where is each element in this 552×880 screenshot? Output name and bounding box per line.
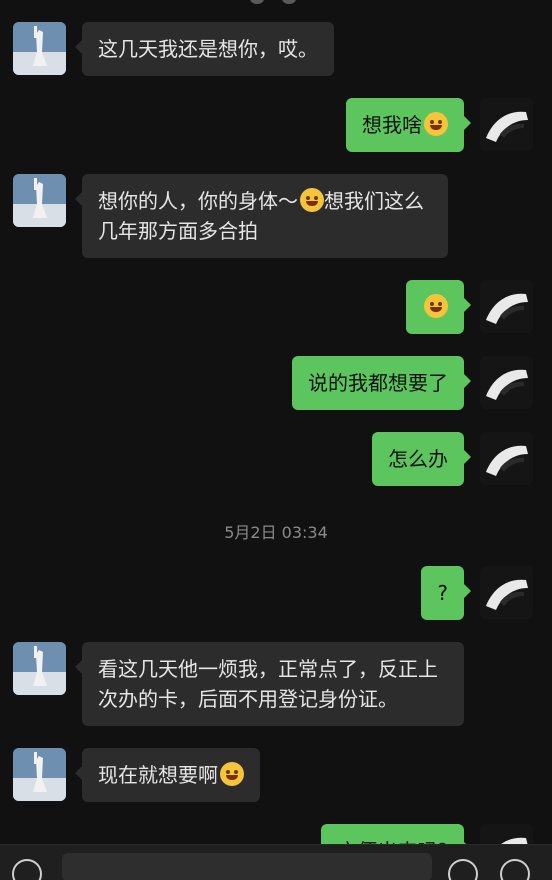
message-text: 怎么办 bbox=[388, 447, 448, 471]
laughing-face-emoji-icon bbox=[300, 188, 324, 212]
plus-icon[interactable] bbox=[500, 859, 530, 880]
message-row-outgoing bbox=[406, 280, 533, 334]
status-dot-icon bbox=[250, 0, 264, 4]
message-bubble[interactable]: 想你的人，你的身体～ 想我们这么几年那方面多合拍 bbox=[75, 174, 448, 258]
grinning-face-emoji-icon bbox=[424, 294, 448, 318]
message-row-incoming: 这几天我还是想你，哎。 bbox=[13, 22, 334, 76]
message-timestamp: 5月2日 03:34 bbox=[224, 523, 328, 542]
message-bubble[interactable]: ? bbox=[421, 566, 471, 620]
contact-avatar[interactable] bbox=[13, 174, 66, 227]
hand-avatar-icon bbox=[480, 356, 533, 409]
hand-avatar-icon bbox=[480, 98, 533, 151]
message-row-outgoing: 想我啥 bbox=[346, 98, 533, 152]
hand-avatar-icon bbox=[480, 432, 533, 485]
user-avatar[interactable] bbox=[480, 432, 533, 485]
message-text: 想你的人，你的身体～ bbox=[98, 189, 298, 213]
statue-avatar-icon bbox=[13, 642, 66, 695]
hand-avatar-icon bbox=[480, 566, 533, 619]
thinking-face-emoji-icon bbox=[220, 762, 244, 786]
status-dot-icon bbox=[282, 0, 296, 4]
message-bubble[interactable]: 这几天我还是想你，哎。 bbox=[75, 22, 334, 76]
message-bubble[interactable]: 说的我都想要了 bbox=[292, 356, 471, 410]
message-row-incoming: 想你的人，你的身体～ 想我们这么几年那方面多合拍 bbox=[13, 174, 448, 258]
message-input[interactable] bbox=[62, 853, 432, 880]
woozy-face-emoji-icon bbox=[424, 112, 448, 136]
chat-input-bar bbox=[0, 844, 552, 880]
message-text: 现在就想要啊 bbox=[98, 763, 218, 787]
message-row-outgoing: 怎么办 bbox=[372, 432, 533, 486]
message-text: 说的我都想要了 bbox=[308, 371, 448, 395]
message-row-incoming: 现在就想要啊 bbox=[13, 748, 260, 802]
user-avatar[interactable] bbox=[480, 98, 533, 151]
statue-avatar-icon bbox=[13, 22, 66, 75]
statue-avatar-icon bbox=[13, 748, 66, 801]
message-bubble[interactable]: 怎么办 bbox=[372, 432, 471, 486]
message-text: 这几天我还是想你，哎。 bbox=[98, 37, 318, 61]
message-bubble[interactable] bbox=[406, 280, 471, 334]
hand-avatar-icon bbox=[480, 280, 533, 333]
message-text: ? bbox=[437, 581, 448, 605]
message-row-outgoing: 说的我都想要了 bbox=[292, 356, 533, 410]
statue-avatar-icon bbox=[13, 174, 66, 227]
message-text: 看这几天他一烦我，正常点了，反正上次办的卡，后面不用登记身份证。 bbox=[98, 657, 438, 711]
contact-avatar[interactable] bbox=[13, 748, 66, 801]
message-row-incoming: 看这几天他一烦我，正常点了，反正上次办的卡，后面不用登记身份证。 bbox=[13, 642, 464, 726]
message-text: 想我啥 bbox=[362, 113, 422, 137]
message-row-outgoing: ? bbox=[421, 566, 533, 620]
contact-avatar[interactable] bbox=[13, 22, 66, 75]
user-avatar[interactable] bbox=[480, 566, 533, 619]
user-avatar[interactable] bbox=[480, 356, 533, 409]
message-bubble[interactable]: 现在就想要啊 bbox=[75, 748, 260, 802]
message-bubble[interactable]: 想我啥 bbox=[346, 98, 471, 152]
user-avatar[interactable] bbox=[480, 280, 533, 333]
contact-avatar[interactable] bbox=[13, 642, 66, 695]
voice-icon[interactable] bbox=[12, 859, 42, 880]
emoji-icon[interactable] bbox=[448, 859, 478, 880]
top-status-strip bbox=[0, 0, 552, 14]
message-bubble[interactable]: 看这几天他一烦我，正常点了，反正上次办的卡，后面不用登记身份证。 bbox=[75, 642, 464, 726]
